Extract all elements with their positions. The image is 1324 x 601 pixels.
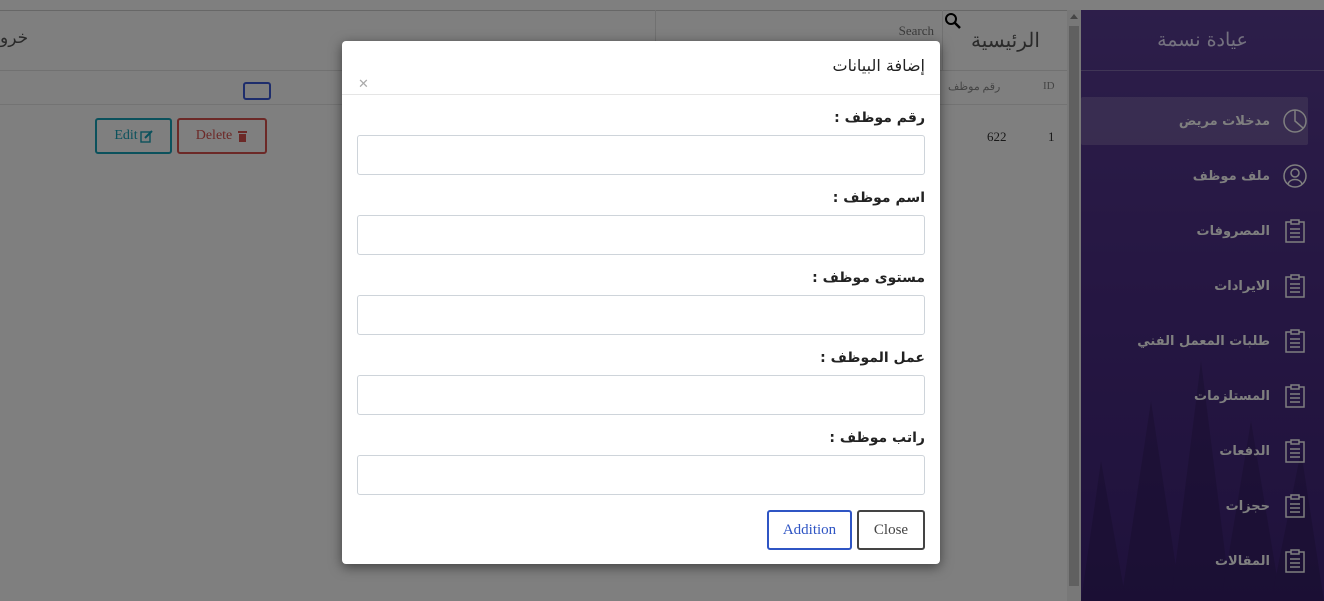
addition-button[interactable]: Addition [767, 510, 852, 550]
modal-title: إضافة البيانات [832, 56, 925, 75]
employee-salary-label: راتب موظف : [829, 430, 925, 446]
close-button[interactable]: Close [857, 510, 925, 550]
employee-job-label: عمل الموظف : [820, 350, 925, 366]
close-icon[interactable]: ✕ [358, 77, 369, 92]
employee-number-field[interactable] [357, 135, 925, 175]
employee-name-field[interactable] [357, 215, 925, 255]
add-data-modal: إضافة البيانات ✕ رقم موظف : اسم موظف : م… [342, 41, 940, 564]
employee-level-field[interactable] [357, 295, 925, 335]
modal-header-divider [342, 94, 940, 95]
employee-level-label: مستوى موظف : [812, 270, 925, 286]
employee-job-field[interactable] [357, 375, 925, 415]
employee-salary-field[interactable] [357, 455, 925, 495]
employee-number-label: رقم موظف : [834, 110, 925, 126]
employee-name-label: اسم موظف : [832, 190, 925, 206]
